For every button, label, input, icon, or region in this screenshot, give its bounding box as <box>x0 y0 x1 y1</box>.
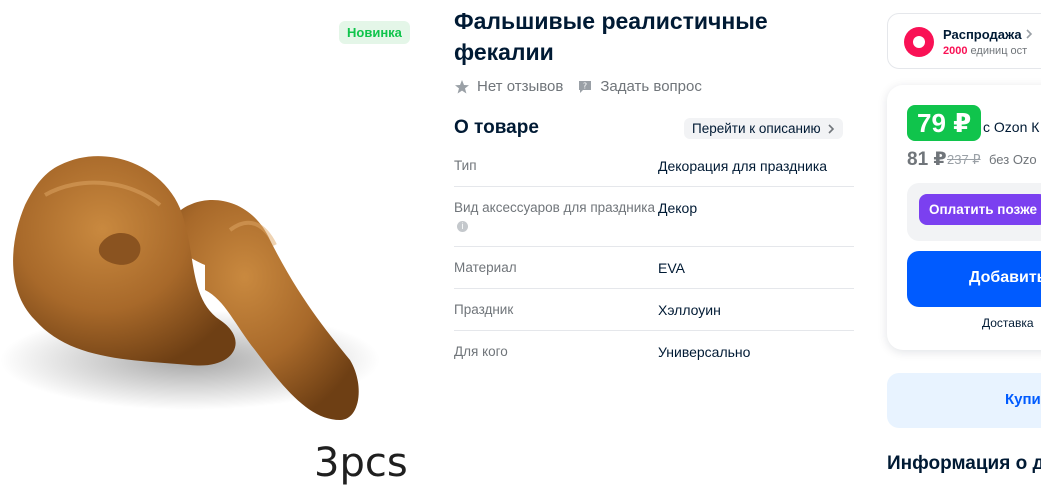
split-payment-box: Оплатить позже <box>907 183 1041 241</box>
delivery-label: Доставка <box>982 316 1034 330</box>
chevron-right-icon <box>828 123 834 134</box>
price-card: 79 ₽ с Ozon К 81 ₽ 237 ₽ без Ozo Оплатит… <box>887 85 1041 350</box>
buy-now-label: Купи <box>1005 391 1041 408</box>
spec-row: Для кого Универсально <box>454 331 854 372</box>
spec-value: Хэллоуин <box>658 302 721 318</box>
product-photo <box>0 156 380 420</box>
specs-table: Тип Декорация для праздника Вид аксессуа… <box>454 145 854 372</box>
ozon-card-price: 79 ₽ <box>907 105 982 141</box>
star-icon <box>455 79 469 93</box>
about-title: О товаре <box>454 117 539 138</box>
store-info-heading: Информация о д <box>887 453 1041 474</box>
sale-title: Распродажа <box>943 27 1033 42</box>
spec-key: Вид аксессуаров для праздника i <box>454 199 658 235</box>
regular-price: 81 ₽ <box>907 149 947 170</box>
ask-question-link[interactable]: ? Задать вопрос <box>577 78 702 95</box>
regular-price-label: без Ozo <box>989 152 1037 167</box>
spec-row: Вид аксессуаров для праздника i Декор <box>454 187 854 247</box>
go-to-description-label: Перейти к описанию <box>692 121 821 136</box>
pay-later-button[interactable]: Оплатить позже <box>919 194 1041 225</box>
svg-text:?: ? <box>583 81 587 90</box>
sale-sub-text: единиц ост <box>970 45 1028 57</box>
spec-value: Универсально <box>658 344 751 360</box>
old-price: 237 ₽ <box>947 152 981 167</box>
add-to-cart-label: Добавить <box>969 269 1041 286</box>
add-to-cart-button[interactable]: Добавить <box>907 251 1041 307</box>
spec-value: EVA <box>658 260 685 276</box>
reviews-link[interactable]: Нет отзывов <box>454 78 563 95</box>
ozon-card-label: с Ozon К <box>983 119 1040 135</box>
product-title: Фальшивые реалистичные фекалии <box>454 6 854 68</box>
sale-title-text: Распродажа <box>943 27 1022 42</box>
chevron-right-icon <box>1026 29 1033 39</box>
spec-value: Декор <box>658 200 698 216</box>
new-badge: Новинка <box>339 21 410 44</box>
spec-value: Декорация для праздника <box>658 158 828 174</box>
product-title-line2: фекалии <box>454 39 554 65</box>
product-title-line1: Фальшивые реалистичные <box>454 8 768 34</box>
spec-key: Для кого <box>454 344 508 359</box>
spec-row: Материал EVA <box>454 247 854 289</box>
product-image[interactable]: Новинка 3pcs <box>0 0 430 493</box>
question-icon: ? <box>579 80 592 93</box>
go-to-description-button[interactable]: Перейти к описанию <box>684 118 843 139</box>
info-icon[interactable]: i <box>457 220 468 232</box>
buy-now-button[interactable]: Купи <box>887 373 1041 428</box>
image-caption: 3pcs <box>314 440 408 486</box>
sale-count: 2000 <box>943 45 968 57</box>
sale-subtitle: 2000 единиц ост <box>943 45 1027 57</box>
product-meta: Нет отзывов ? Задать вопрос <box>454 78 702 95</box>
spec-key-text: Вид аксессуаров для праздника <box>454 200 656 215</box>
spec-key: Праздник <box>454 302 514 317</box>
spec-row: Праздник Хэллоуин <box>454 289 854 331</box>
ask-question-label: Задать вопрос <box>600 78 702 95</box>
spec-key: Тип <box>454 158 477 173</box>
spec-key: Материал <box>454 260 517 275</box>
reviews-label: Нет отзывов <box>477 78 564 95</box>
sale-logo-icon <box>904 27 934 57</box>
spec-row: Тип Декорация для праздника <box>454 145 854 187</box>
sale-card[interactable]: Распродажа 2000 единиц ост <box>887 13 1041 69</box>
